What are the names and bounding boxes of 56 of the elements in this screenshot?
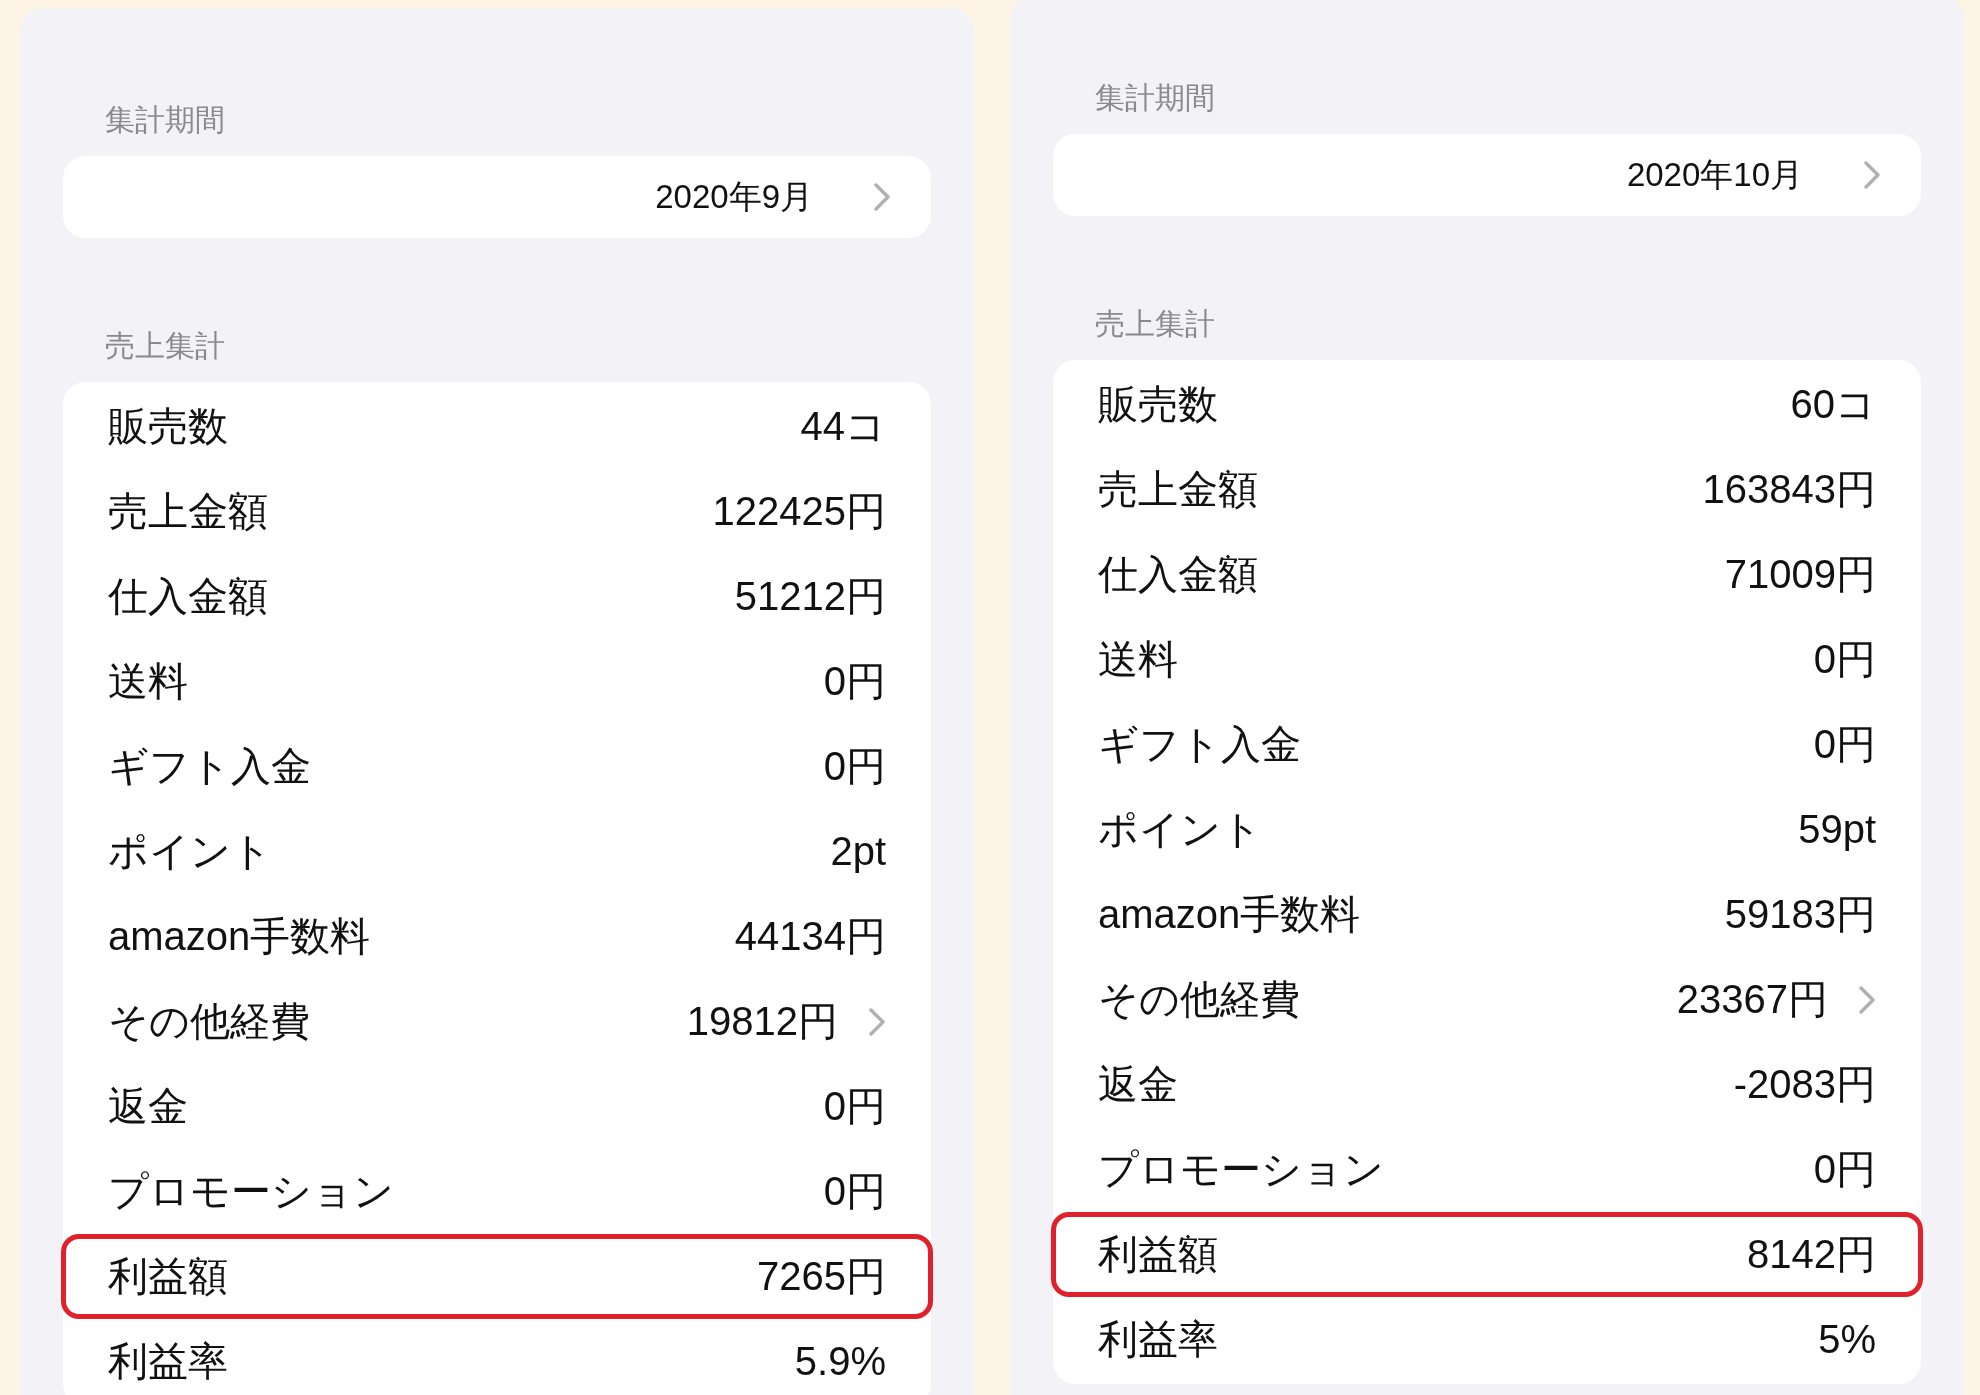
- row-label: ポイント: [1098, 806, 1263, 853]
- row-value: 0円: [823, 1168, 886, 1215]
- period-selector[interactable]: 2020年10月: [1053, 134, 1921, 216]
- row-label: 送料: [108, 658, 189, 705]
- section-label: 売上集計: [105, 328, 226, 364]
- row-label: 仕入金額: [108, 573, 269, 620]
- row-value: 122425円: [712, 488, 886, 535]
- row-value: -2083円: [1733, 1061, 1876, 1108]
- row-label: その他経費: [1098, 976, 1301, 1023]
- row-value: 0円: [1813, 721, 1876, 768]
- chevron-right-icon: [873, 182, 891, 212]
- row-label: 販売数: [108, 403, 229, 450]
- section-label: 売上集計: [1095, 306, 1216, 342]
- row-label: 販売数: [1098, 381, 1219, 428]
- row-label: ギフト入金: [1098, 721, 1302, 768]
- row-label: 返金: [108, 1083, 189, 1130]
- row-label: ギフト入金: [108, 743, 312, 790]
- row-value: 2pt: [830, 829, 886, 874]
- row-value: 0円: [823, 743, 886, 790]
- row-label: 利益額: [1098, 1231, 1219, 1278]
- row-value: 0円: [823, 1083, 886, 1130]
- row-label: 仕入金額: [1098, 551, 1259, 598]
- row-label: 送料: [1098, 636, 1179, 683]
- row-label: ポイント: [108, 828, 273, 875]
- period-selector[interactable]: 2020年9月: [63, 156, 931, 238]
- row-value: 7265円: [757, 1253, 886, 1300]
- row-label: その他経費: [108, 998, 311, 1045]
- row-value: 51212円: [734, 573, 886, 620]
- row-value: 19812円: [686, 998, 838, 1045]
- row-label: 利益率: [108, 1338, 229, 1385]
- row-value: 60コ: [1790, 381, 1876, 428]
- row-value: 71009円: [1724, 551, 1876, 598]
- row-label: プロモーション: [1098, 1146, 1385, 1193]
- row-value: 0円: [823, 658, 886, 705]
- row-value: 23367円: [1676, 976, 1828, 1023]
- row-label: プロモーション: [108, 1168, 395, 1215]
- row-value: 163843円: [1702, 466, 1876, 513]
- section-label: 集計期間: [105, 102, 226, 138]
- chevron-right-icon: [1863, 160, 1881, 190]
- row-label: 返金: [1098, 1061, 1179, 1108]
- row-label: amazon手数料: [1098, 891, 1362, 938]
- row-label: 利益額: [108, 1253, 229, 1300]
- row-label: 売上金額: [108, 488, 269, 535]
- row-value: 5.9%: [794, 1339, 886, 1384]
- row-value: 0円: [1813, 636, 1876, 683]
- row-label: 売上金額: [1098, 466, 1259, 513]
- row-value: 59pt: [1798, 807, 1876, 852]
- row-value: 44コ: [800, 403, 886, 450]
- row-value: 59183円: [1724, 891, 1876, 938]
- row-value: 5%: [1818, 1317, 1876, 1362]
- row-value: 44134円: [734, 913, 886, 960]
- row-label: amazon手数料: [108, 913, 372, 960]
- section-label: 集計期間: [1095, 80, 1216, 116]
- row-label: 利益率: [1098, 1316, 1219, 1363]
- row-value: 0円: [1813, 1146, 1876, 1193]
- row-value: 8142円: [1747, 1231, 1876, 1278]
